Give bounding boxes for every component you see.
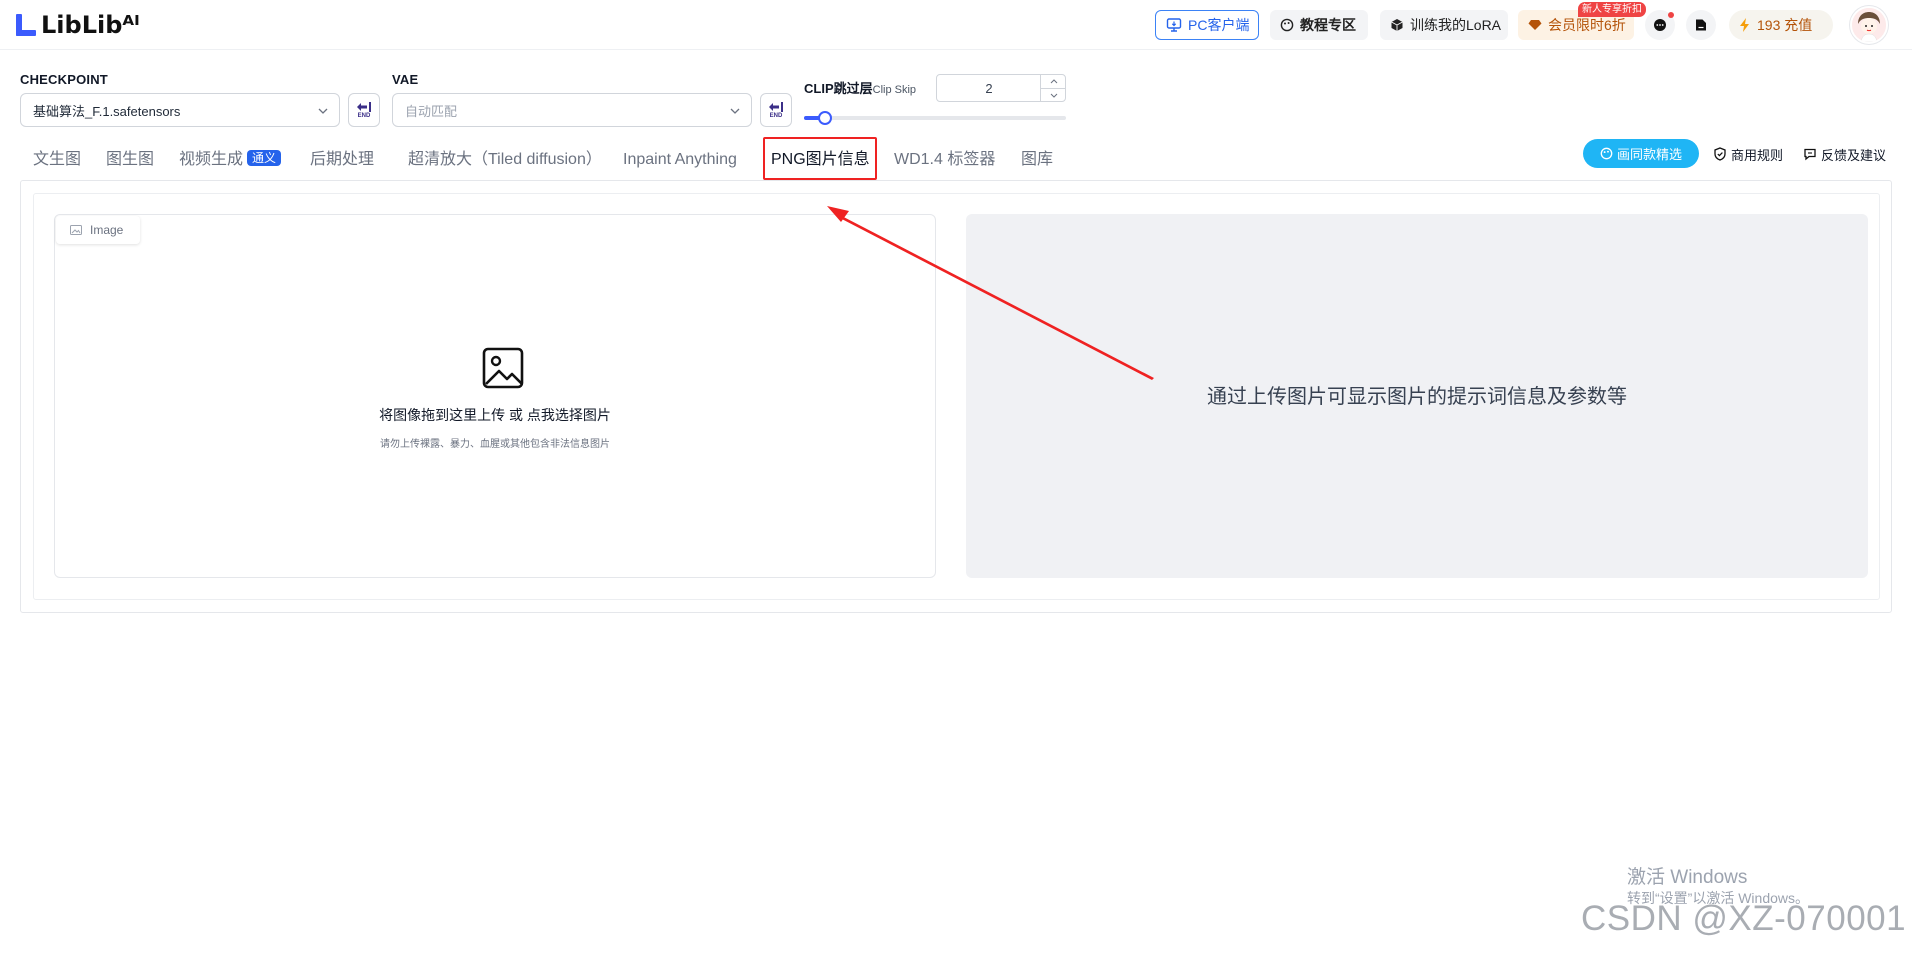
annotation-arrow — [827, 206, 1154, 380]
csdn-watermark: CSDN @XZ-070001 — [1581, 899, 1907, 938]
windows-activation-title: 激活 Windows — [1627, 867, 1748, 888]
